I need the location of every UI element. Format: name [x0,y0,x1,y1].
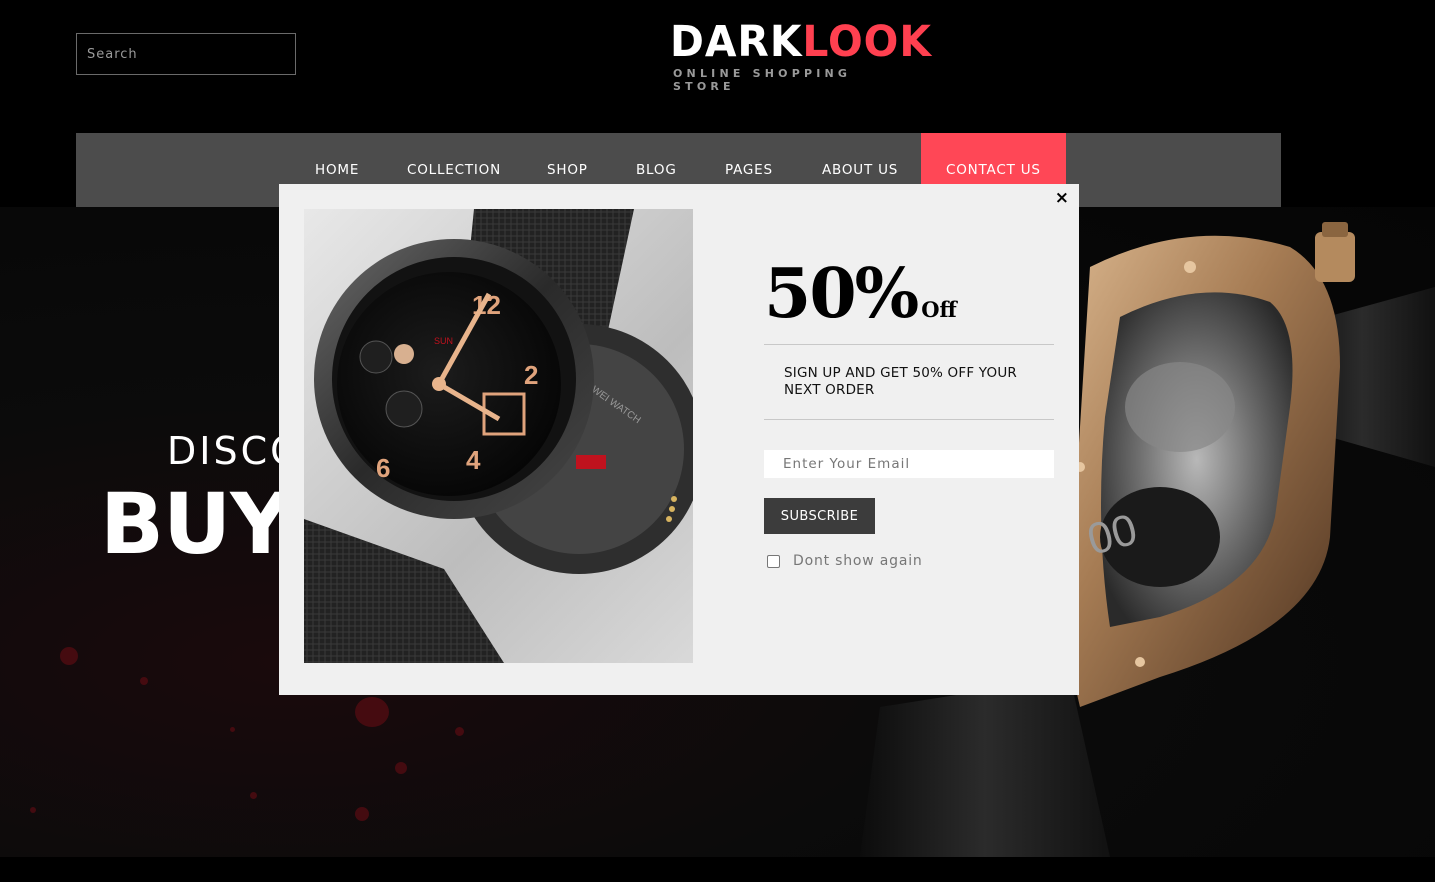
signup-text: SIGN UP AND GET 50% OFF YOUR NEXT ORDER [784,365,1018,398]
search-box[interactable] [76,33,296,75]
logo-tagline: ONLINE SHOPPING STORE [673,67,852,93]
email-input[interactable] [764,450,1054,478]
email-field[interactable] [764,450,1054,478]
logo-dark: DARK [670,17,803,67]
divider [764,344,1054,345]
svg-text:6: 6 [376,453,390,483]
svg-text:2: 2 [524,360,538,390]
logo-wordmark: DARKLOOK [670,18,932,66]
hero-heading-line2: BUY [100,475,291,573]
subscribe-button[interactable]: SUBSCRIBE [764,498,875,534]
dont-show-again-option[interactable]: Dont show again [767,553,923,569]
svg-text:4: 4 [466,445,481,475]
discount-headline: 50% Off [764,254,957,334]
divider [764,419,1054,420]
site-logo[interactable]: DARKLOOK ONLINE SHOPPING STORE [670,18,931,93]
close-icon[interactable]: × [1055,188,1069,208]
svg-text:SUN: SUN [434,336,453,346]
logo-look: LOOK [802,17,932,67]
popup-watch-image: HUAWEI WATCH 12 2 4 6 SUN [304,209,693,663]
discount-value: 50% [764,254,919,334]
newsletter-popup: × HUAWEI WATCH 12 2 4 6 SUN 50% Off SIGN… [279,184,1079,695]
dont-show-again-checkbox[interactable] [767,554,780,568]
search-input[interactable] [77,34,295,74]
discount-suffix: Off [921,297,957,322]
dont-show-again-label: Dont show again [793,553,923,569]
